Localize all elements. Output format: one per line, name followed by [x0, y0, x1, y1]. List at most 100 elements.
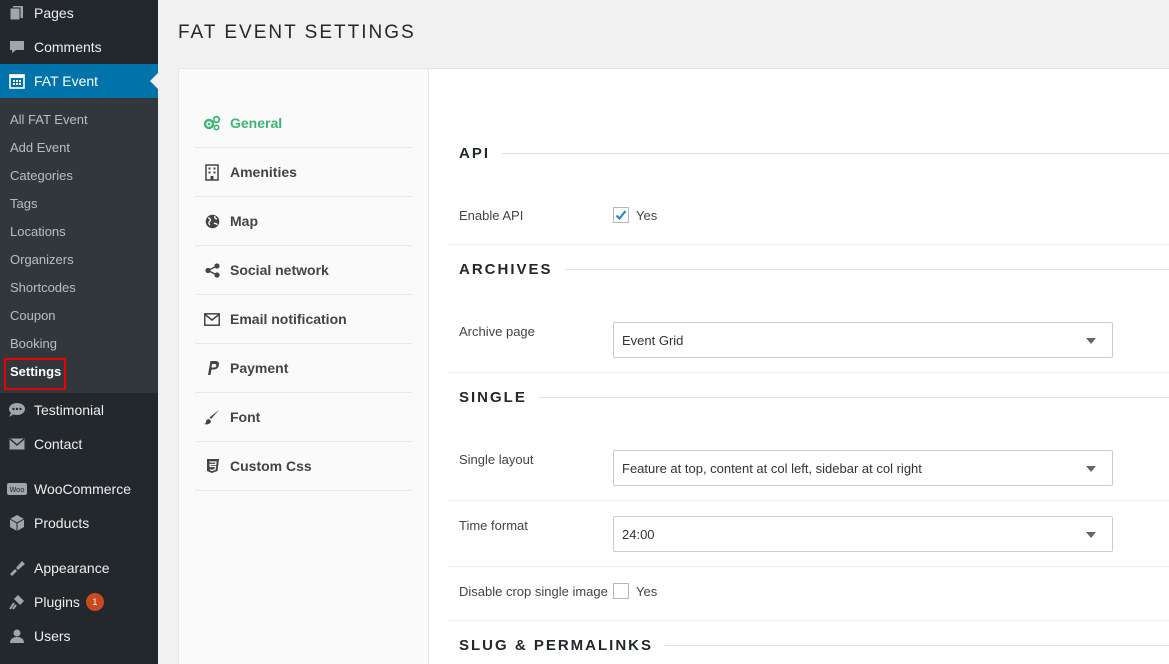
- menu-item-pages[interactable]: Pages: [0, 0, 158, 30]
- gears-icon: [199, 115, 225, 131]
- settings-highlight-box: [4, 358, 66, 390]
- tab-social-network[interactable]: Social network: [195, 246, 412, 295]
- testimonial-icon: [0, 402, 34, 418]
- fat-event-submenu: All FAT Event Add Event Categories Tags …: [0, 98, 158, 393]
- enable-api-label: Enable API: [459, 208, 524, 223]
- submenu-shortcodes[interactable]: Shortcodes: [10, 276, 76, 298]
- section-title-archives-text: ARCHIVES: [459, 261, 553, 278]
- appearance-icon: [0, 560, 34, 576]
- section-rule: [665, 645, 1169, 646]
- section-title-archives: ARCHIVES: [459, 261, 1169, 278]
- disable-crop-option-label: Yes: [636, 583, 658, 599]
- section-title-single: SINGLE: [459, 389, 1169, 406]
- tab-amenities[interactable]: Amenities: [195, 148, 412, 197]
- section-rule: [502, 153, 1169, 154]
- menu-item-users[interactable]: Users: [0, 619, 158, 653]
- single-layout-select[interactable]: Feature at top, content at col left, sid…: [613, 450, 1113, 486]
- archive-page-select-value: Event Grid: [622, 332, 684, 348]
- time-format-label: Time format: [459, 518, 528, 533]
- tab-label-payment: Payment: [230, 360, 289, 376]
- row-divider: [447, 372, 1169, 373]
- disable-crop-checkbox[interactable]: [613, 583, 629, 599]
- tab-custom-css[interactable]: Custom Css: [195, 442, 412, 491]
- menu-label-testimonial: Testimonial: [34, 402, 105, 418]
- row-divider: [447, 620, 1169, 621]
- menu-label-contact: Contact: [34, 436, 83, 452]
- single-layout-select-value: Feature at top, content at col left, sid…: [622, 460, 922, 476]
- menu-label-users: Users: [34, 628, 71, 644]
- time-format-select-value: 24:00: [622, 526, 655, 542]
- section-title-single-text: SINGLE: [459, 389, 527, 406]
- time-format-select[interactable]: 24:00: [613, 516, 1113, 552]
- menu-label-appearance: Appearance: [34, 560, 110, 576]
- tab-email-notification[interactable]: Email notification: [195, 295, 412, 344]
- enable-api-checkbox[interactable]: [613, 207, 629, 223]
- chevron-down-icon: [1086, 532, 1096, 538]
- menu-item-fat-event[interactable]: FAT Event: [0, 64, 158, 98]
- menu-item-plugins[interactable]: Plugins 1: [0, 585, 158, 619]
- menu-item-woocommerce[interactable]: Woo WooCommerce: [0, 472, 158, 506]
- menu-label-products: Products: [34, 515, 90, 531]
- share-icon: [199, 262, 225, 278]
- building-icon: [199, 163, 225, 181]
- tab-label-email-notification: Email notification: [230, 311, 347, 327]
- disable-crop-checkbox-group[interactable]: Yes: [613, 583, 657, 599]
- disable-crop-label: Disable crop single image: [459, 584, 608, 599]
- section-title-api-text: API: [459, 145, 491, 162]
- enable-api-option-label: Yes: [636, 207, 658, 223]
- paypal-icon: [199, 360, 225, 376]
- brush-icon: [199, 409, 225, 425]
- submenu-organizers[interactable]: Organizers: [10, 248, 74, 270]
- menu-label-plugins: Plugins: [34, 594, 80, 610]
- section-title-slug: SLUG & PERMALINKS: [459, 637, 1169, 654]
- tab-general[interactable]: General: [195, 99, 412, 148]
- enable-api-checkbox-group[interactable]: Yes: [613, 207, 657, 223]
- section-title-api: API: [459, 145, 1169, 162]
- tab-label-social-network: Social network: [230, 262, 329, 278]
- menu-item-products[interactable]: Products: [0, 506, 158, 540]
- checkmark-icon: [615, 210, 627, 221]
- submenu-locations[interactable]: Locations: [10, 220, 66, 242]
- tab-payment[interactable]: Payment: [195, 344, 412, 393]
- admin-sidebar: Pages Comments FAT Event All FAT Event A…: [0, 0, 158, 664]
- menu-item-contact[interactable]: Contact: [0, 427, 158, 461]
- users-icon: [0, 628, 34, 644]
- mail-icon: [0, 437, 34, 451]
- svg-text:Woo: Woo: [9, 486, 24, 494]
- menu-label-comments: Comments: [34, 39, 102, 55]
- menu-label-fat-event: FAT Event: [34, 73, 99, 89]
- submenu-all-fat-event[interactable]: All FAT Event: [10, 108, 88, 130]
- tab-label-general: General: [230, 115, 283, 131]
- archive-page-label: Archive page: [459, 324, 535, 339]
- tab-font[interactable]: Font: [195, 393, 412, 442]
- submenu-coupon[interactable]: Coupon: [10, 304, 56, 326]
- tab-label-font: Font: [230, 409, 261, 425]
- submenu-add-event[interactable]: Add Event: [10, 136, 70, 158]
- tab-label-custom-css: Custom Css: [230, 458, 312, 474]
- pages-icon: [0, 5, 34, 21]
- globe-icon: [199, 214, 225, 229]
- chevron-down-icon: [1086, 338, 1096, 344]
- tab-map[interactable]: Map: [195, 197, 412, 246]
- menu-item-appearance[interactable]: Appearance: [0, 551, 158, 585]
- woocommerce-icon: Woo: [0, 482, 34, 496]
- menu-label-pages: Pages: [34, 5, 74, 21]
- menu-item-comments[interactable]: Comments: [0, 30, 158, 64]
- plugins-icon: [0, 594, 34, 610]
- archive-page-select[interactable]: Event Grid: [613, 322, 1113, 358]
- tab-label-amenities: Amenities: [230, 164, 297, 180]
- tab-label-map: Map: [230, 213, 258, 229]
- section-title-slug-text: SLUG & PERMALINKS: [459, 637, 654, 654]
- submenu-booking[interactable]: Booking: [10, 332, 57, 354]
- submenu-tags[interactable]: Tags: [10, 192, 37, 214]
- menu-item-testimonial[interactable]: Testimonial: [0, 393, 158, 427]
- comments-icon: [0, 39, 34, 55]
- page-title: FAT EVENT SETTINGS: [178, 22, 416, 43]
- plugins-update-badge: 1: [85, 593, 104, 611]
- menu-label-woocommerce: WooCommerce: [34, 481, 131, 497]
- calendar-icon: [0, 73, 34, 89]
- products-icon: [0, 514, 34, 532]
- chevron-down-icon: [1086, 466, 1096, 472]
- submenu-categories[interactable]: Categories: [10, 164, 73, 186]
- row-divider: [447, 566, 1169, 567]
